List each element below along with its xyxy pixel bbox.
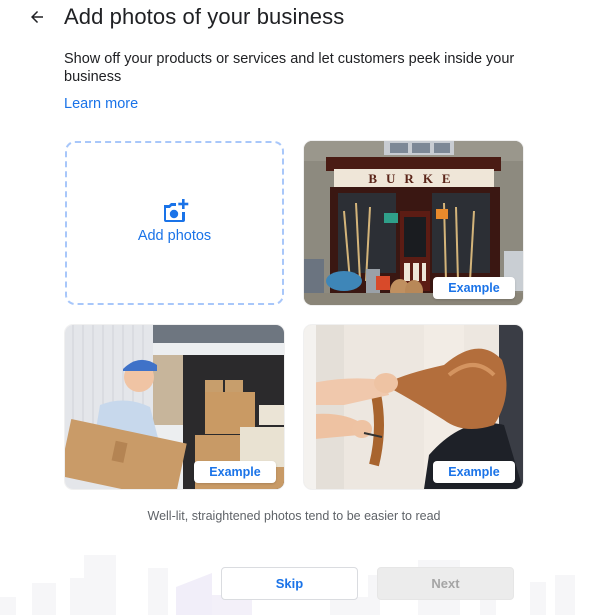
back-button[interactable]	[26, 6, 48, 28]
example-badge: Example	[433, 461, 515, 483]
photo-tip: Well-lit, straightened photos tend to be…	[147, 509, 441, 523]
example-badge: Example	[194, 461, 276, 483]
example-badge: Example	[433, 277, 515, 299]
photo-grid: Add photos BURKE Example Example Example	[65, 141, 524, 489]
add-photos-label: Add photos	[137, 228, 212, 244]
example-photo-delivery: Example	[65, 325, 284, 489]
example-photo-salon: Example	[304, 325, 523, 489]
next-button[interactable]: Next	[377, 567, 514, 600]
skip-button[interactable]: Skip	[221, 567, 358, 600]
example-photo-storefront: BURKE Example	[304, 141, 523, 305]
storefront-sign-text: BURKE	[368, 171, 459, 186]
arrow-left-icon	[31, 11, 43, 23]
learn-more-link[interactable]: Learn more	[64, 96, 138, 112]
header: Add photos of your business	[0, 0, 600, 36]
add-a-photo-icon	[163, 199, 188, 222]
page-title: Add photos of your business	[64, 4, 345, 29]
add-photos-page: Add photos of your business Show off you…	[0, 0, 600, 615]
page-description: Show off your products or services and l…	[64, 51, 515, 85]
add-photos-button[interactable]: Add photos	[65, 141, 284, 305]
